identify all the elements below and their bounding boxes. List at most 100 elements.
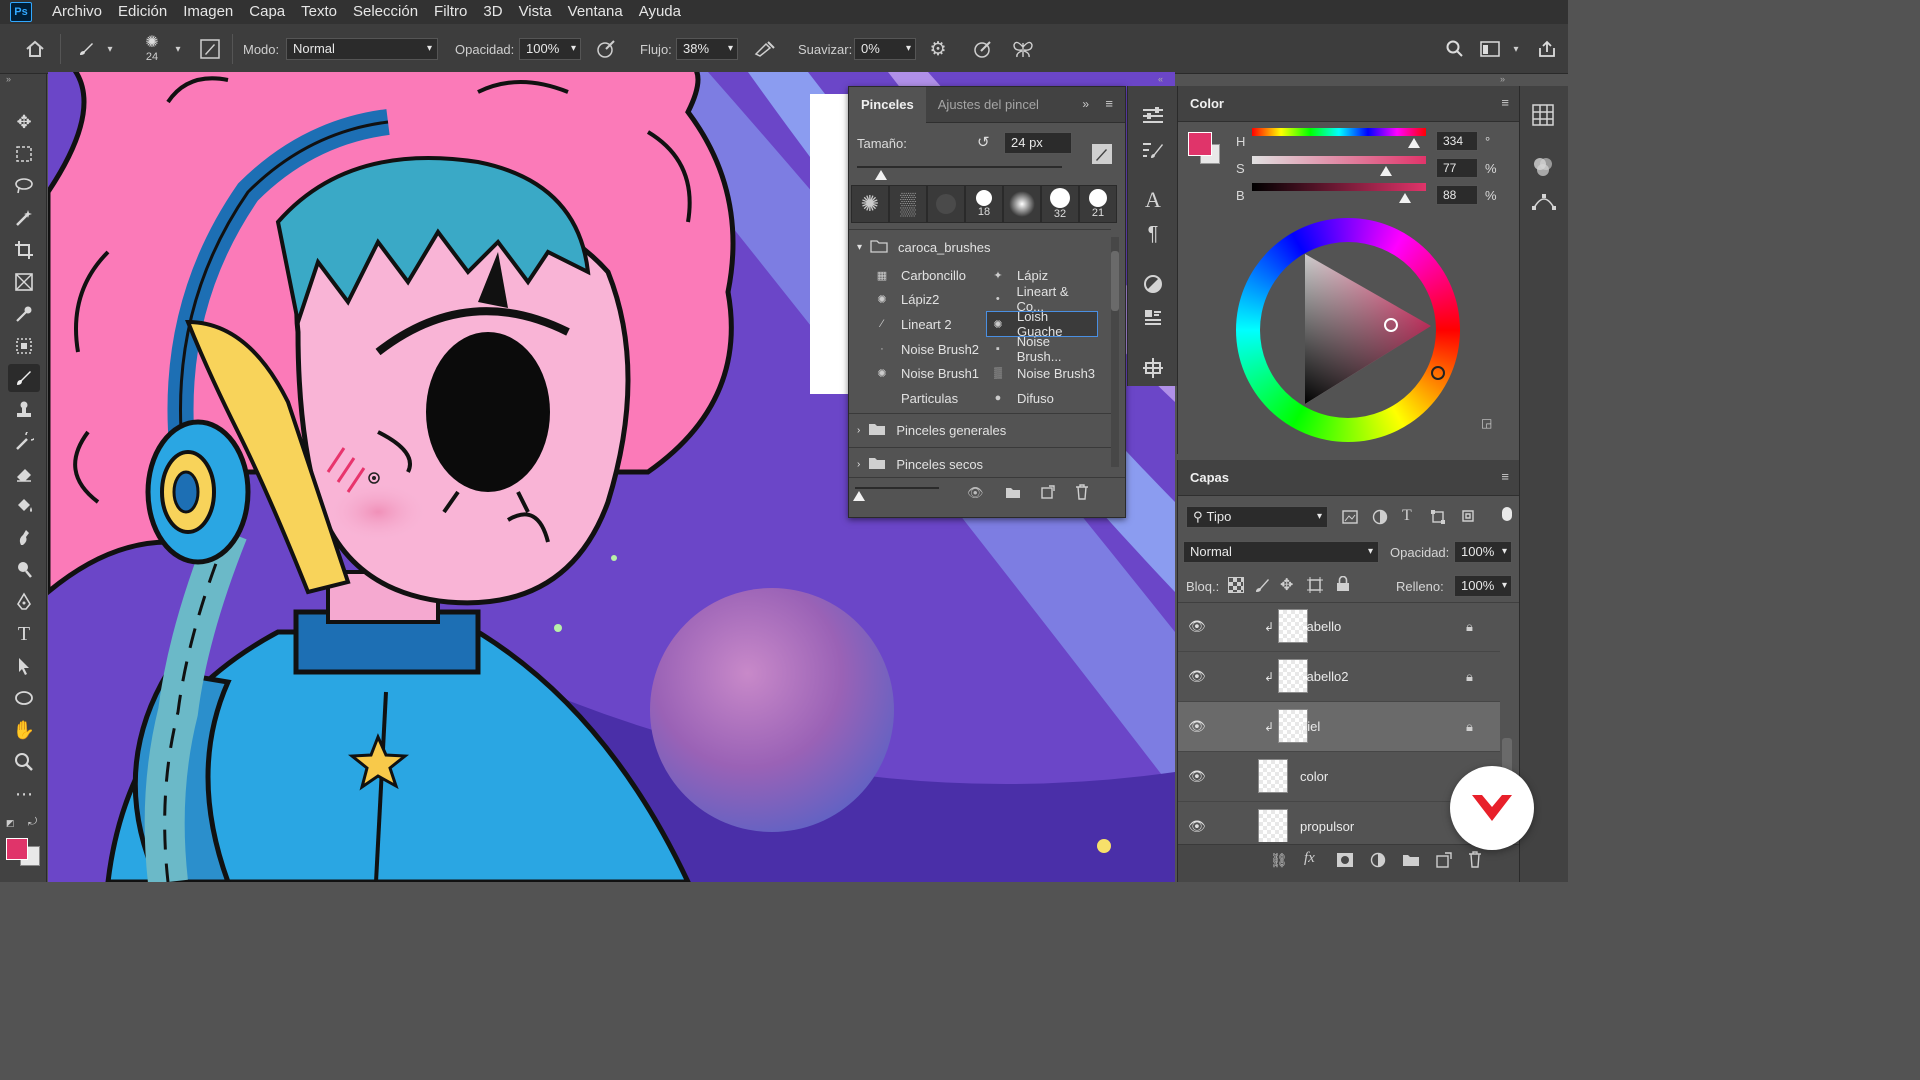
lock-icon[interactable]: 🔒︎	[1466, 669, 1473, 685]
filter-type-icon[interactable]: T	[1402, 507, 1412, 525]
patch-tool-icon[interactable]	[8, 332, 40, 360]
brush-item[interactable]: ⁄ Lineart 2	[875, 312, 985, 336]
gear-icon[interactable]: ⚙	[926, 24, 950, 74]
size-field[interactable]: 24 px	[1004, 132, 1072, 154]
home-icon[interactable]	[22, 24, 48, 74]
menu-filtro[interactable]: Filtro	[426, 0, 475, 24]
panel-menu-icon[interactable]: ≡	[1501, 95, 1509, 110]
pen-tool-icon[interactable]	[8, 588, 40, 616]
symmetry-butterfly-icon[interactable]	[1010, 24, 1036, 74]
layer-row-cabello[interactable]: 👁 ↲ cabello 🔒︎	[1178, 603, 1500, 652]
menu-vista[interactable]: Vista	[511, 0, 560, 24]
menu-imagen[interactable]: Imagen	[175, 0, 241, 24]
adjustments-panel-icon[interactable]	[1139, 270, 1167, 298]
filter-shape-icon[interactable]	[1430, 509, 1446, 528]
brush-settings-toggle-icon[interactable]	[198, 24, 222, 74]
eye-settings-icon[interactable]: 👁	[967, 485, 984, 501]
move-tool-icon[interactable]: ✥	[8, 108, 40, 136]
dodge-tool-icon[interactable]	[8, 556, 40, 584]
path-selection-tool-icon[interactable]	[8, 652, 40, 680]
menu-archivo[interactable]: Archivo	[44, 0, 110, 24]
hue-field[interactable]: 334	[1436, 131, 1478, 151]
fill-field[interactable]: 100% ▾	[1454, 575, 1512, 597]
pressure-size-icon[interactable]	[970, 24, 996, 74]
smudge-tool-icon[interactable]	[8, 524, 40, 552]
link-layers-icon[interactable]: ⛓	[1270, 852, 1288, 869]
preset-hard-18[interactable]: 18	[965, 185, 1003, 223]
brush-item[interactable]: · Noise Brush2	[875, 337, 985, 361]
chevron-down-icon[interactable]: ▾	[104, 24, 116, 74]
lock-transparency-icon[interactable]	[1228, 577, 1244, 593]
hue-slider[interactable]	[1252, 128, 1426, 136]
more-tools-icon[interactable]: ⋯	[8, 780, 40, 808]
menu-seleccion[interactable]: Selección	[345, 0, 426, 24]
collapse-toolbar-icon[interactable]: »	[6, 74, 11, 84]
layer-row-cabello2[interactable]: 👁 ↲ cabello2 🔒︎	[1178, 652, 1500, 702]
eye-icon[interactable]: 👁	[1188, 718, 1206, 735]
chevron-down-icon[interactable]: ▾	[172, 24, 184, 74]
menu-ayuda[interactable]: Ayuda	[631, 0, 689, 24]
brush-list-scrollbar[interactable]	[1111, 237, 1119, 467]
preset-soft-light-icon[interactable]	[1003, 185, 1041, 223]
brightness-field[interactable]: 88	[1436, 185, 1478, 205]
brightness-slider-thumb[interactable]	[1399, 193, 1412, 203]
mode-select[interactable]: Normal ▾	[286, 38, 438, 60]
share-icon[interactable]	[1535, 24, 1559, 74]
size-slider-track[interactable]	[857, 166, 1062, 168]
layer-opacity-field[interactable]: 100% ▾	[1454, 541, 1512, 563]
zoom-tool-icon[interactable]	[8, 748, 40, 776]
flow-field[interactable]: 38% ▾	[676, 38, 738, 60]
brush-tool-icon[interactable]	[8, 364, 40, 392]
brush-item[interactable]: ✺ Noise Brush1	[875, 361, 985, 385]
brush-preset-picker[interactable]: ✺ 24	[140, 24, 164, 74]
new-group-folder-icon[interactable]	[1005, 486, 1021, 502]
lock-all-icon[interactable]	[1336, 575, 1350, 595]
default-colors-icon[interactable]: ◩	[6, 818, 15, 829]
hue-slider-thumb[interactable]	[1407, 138, 1420, 148]
hue-ring-handle[interactable]	[1431, 366, 1445, 380]
brush-item[interactable]: ▪ Noise Brush...	[987, 334, 1097, 364]
layer-row-piel[interactable]: 👁 ↲ piel 🔒︎	[1178, 702, 1500, 752]
menu-ventana[interactable]: Ventana	[560, 0, 631, 24]
size-slider-thumb[interactable]	[875, 170, 887, 180]
brush-item[interactable]: ▒ Noise Brush3	[987, 361, 1097, 385]
saturation-brightness-triangle[interactable]	[1288, 246, 1438, 416]
layer-filter-select[interactable]: ⚲ Tipo ▾	[1186, 506, 1328, 528]
lock-icon[interactable]: 🔒︎	[1466, 619, 1473, 635]
swap-colors-icon[interactable]: ⤾	[28, 816, 37, 829]
brushes-panel-icon[interactable]	[1139, 136, 1167, 164]
blend-mode-select[interactable]: Normal ▾	[1183, 541, 1379, 563]
preset-hard-32[interactable]: 32	[1041, 185, 1079, 223]
clone-stamp-tool-icon[interactable]	[8, 396, 40, 424]
menu-texto[interactable]: Texto	[293, 0, 345, 24]
new-brush-icon[interactable]	[1041, 485, 1055, 502]
new-layer-icon[interactable]	[1436, 852, 1452, 871]
layer-style-fx-icon[interactable]: fx	[1304, 850, 1315, 867]
preview-size-thumb[interactable]	[853, 491, 865, 501]
tab-pinceles[interactable]: Pinceles	[849, 86, 926, 123]
lock-pixels-icon[interactable]	[1254, 576, 1270, 597]
eye-icon[interactable]: 👁	[1188, 618, 1206, 635]
preset-splatter-icon[interactable]: ✺	[851, 185, 889, 223]
paragraph-panel-icon[interactable]: ¶	[1139, 220, 1167, 248]
filter-smart-object-icon[interactable]	[1460, 508, 1476, 527]
color-picker-handle[interactable]	[1384, 318, 1398, 332]
smooth-field[interactable]: 0% ▾	[854, 38, 916, 60]
eye-icon[interactable]: 👁	[1188, 768, 1206, 785]
libraries-icon[interactable]	[1532, 156, 1554, 181]
eyedropper-tool-icon[interactable]	[8, 300, 40, 328]
brush-item[interactable]: Particulas	[875, 386, 985, 410]
chevron-down-icon[interactable]: ▾	[1510, 24, 1522, 74]
saturation-field[interactable]: 77	[1436, 158, 1478, 178]
timeline-panel-icon[interactable]	[1139, 354, 1167, 382]
saturation-slider[interactable]	[1252, 156, 1426, 164]
brush-tool-icon[interactable]	[74, 24, 98, 74]
filter-pixel-icon[interactable]	[1342, 510, 1358, 527]
brush-item-selected[interactable]: ✺ Loish Guache	[986, 309, 1098, 339]
quick-selection-tool-icon[interactable]	[8, 204, 40, 232]
menu-edicion[interactable]: Edición	[110, 0, 175, 24]
hand-tool-icon[interactable]: ✋	[8, 716, 40, 744]
reset-size-icon[interactable]: ↺	[977, 133, 990, 151]
expand-panel-icon[interactable]: »	[1082, 97, 1089, 111]
foreground-color-swatch[interactable]	[6, 838, 28, 860]
